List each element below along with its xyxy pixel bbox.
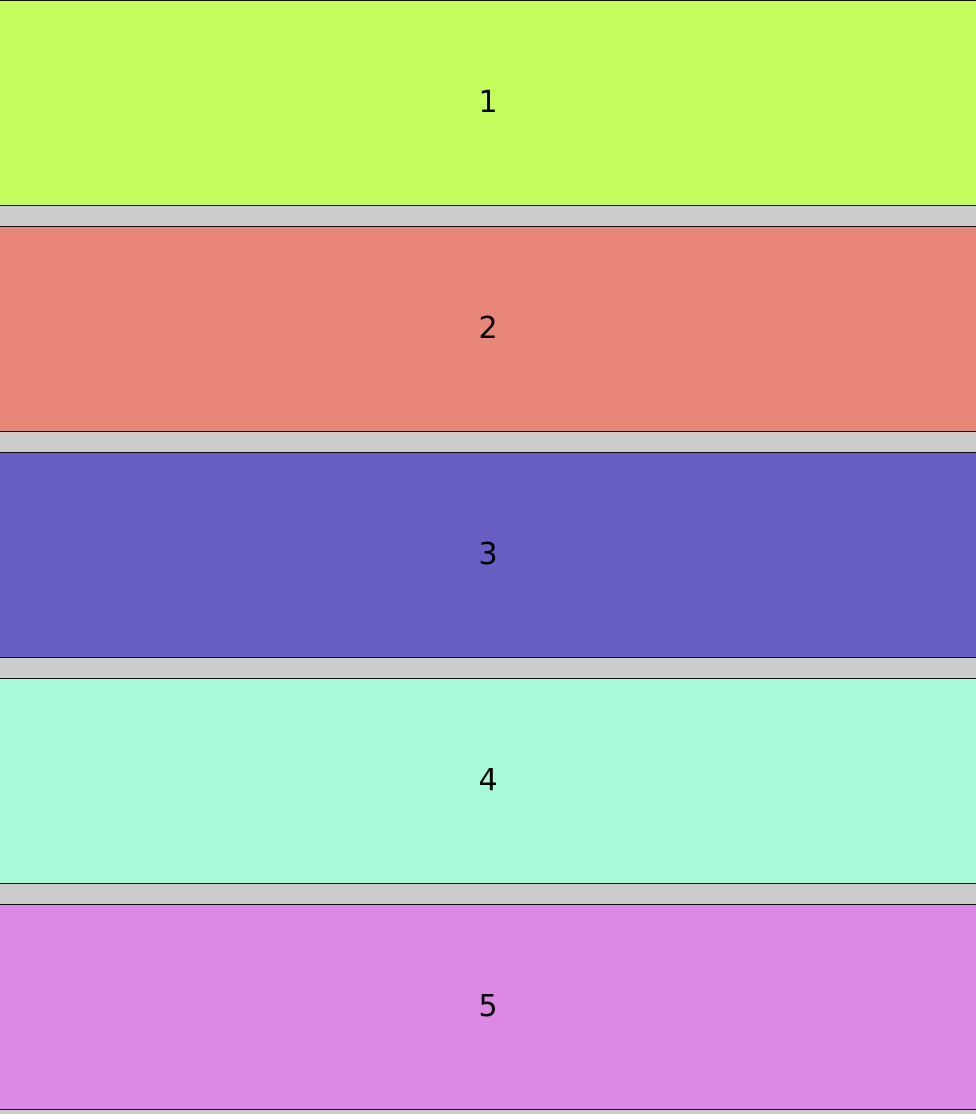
list-item[interactable]: 1 [0, 0, 976, 206]
list-item-label: 2 [478, 311, 498, 346]
list-item[interactable]: 3 [0, 452, 976, 658]
item-list: 1 2 3 4 5 [0, 0, 976, 1114]
list-item-label: 4 [478, 763, 498, 798]
list-item-label: 1 [478, 85, 498, 120]
list-item-label: 3 [478, 537, 498, 572]
list-item-label: 5 [478, 989, 498, 1024]
list-item[interactable]: 5 [0, 904, 976, 1110]
list-item[interactable]: 2 [0, 226, 976, 432]
list-item[interactable]: 4 [0, 678, 976, 884]
